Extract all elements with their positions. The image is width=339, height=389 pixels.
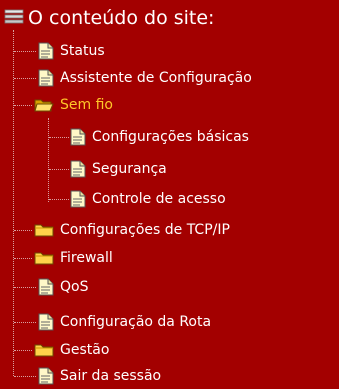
tree-item-qos[interactable]: QoS [38, 275, 88, 299]
tree-item-status[interactable]: Status [38, 39, 105, 63]
tree-item-tcpip-settings[interactable]: Configurações de TCP/IP [34, 218, 230, 242]
folder-icon [34, 342, 54, 358]
document-icon [38, 42, 54, 60]
tree-item-label: Segurança [92, 161, 167, 177]
tree-item-security[interactable]: Segurança [70, 157, 167, 181]
document-icon [70, 160, 86, 178]
site-tree-icon [4, 9, 24, 29]
tree-title: O conteúdo do site: [28, 7, 215, 29]
tree-branch [14, 78, 36, 79]
document-icon [38, 313, 54, 331]
tree-branch [49, 169, 69, 170]
document-icon [70, 190, 86, 208]
tree-branch [14, 51, 36, 52]
tree-guide-sem-fio [48, 118, 49, 202]
tree-item-label: Configurações de TCP/IP [60, 222, 230, 238]
tree-item-label: Status [60, 43, 105, 59]
tree-item-label: Gestão [60, 342, 110, 358]
tree-item-label: Configurações básicas [92, 129, 249, 145]
tree-item-wireless[interactable]: Sem fio [34, 93, 113, 117]
tree-branch [14, 230, 32, 231]
tree-branch [14, 105, 32, 106]
tree-item-firewall[interactable]: Firewall [34, 246, 113, 270]
tree-item-management[interactable]: Gestão [34, 338, 109, 362]
tree-guide-root [13, 30, 14, 376]
site-contents-tree: O conteúdo do site: Status Assistente de… [0, 0, 339, 386]
document-icon [38, 69, 54, 87]
document-icon [70, 128, 86, 146]
tree-item-label: Assistente de Configuração [60, 70, 252, 86]
tree-item-access-control[interactable]: Controle de acesso [70, 187, 226, 211]
tree-item-label: Sem fio [60, 97, 113, 113]
tree-item-label: Controle de acesso [92, 191, 226, 207]
tree-item-basic-settings[interactable]: Configurações básicas [70, 125, 249, 149]
tree-branch [14, 287, 36, 288]
tree-branch [49, 137, 69, 138]
tree-branch [14, 376, 36, 377]
tree-branch [14, 258, 32, 259]
tree-branch [49, 199, 69, 200]
folder-open-icon [34, 97, 54, 113]
tree-item-route-settings[interactable]: Configuração da Rota [38, 310, 211, 334]
tree-branch [14, 322, 36, 323]
tree-item-label: Sair da sessão [60, 368, 162, 384]
document-icon [38, 367, 54, 385]
tree-item-label: Configuração da Rota [60, 314, 212, 330]
tree-item-label: Firewall [60, 250, 113, 266]
tree-item-logout[interactable]: Sair da sessão [38, 364, 161, 388]
folder-icon [34, 250, 54, 266]
tree-item-label: QoS [60, 279, 89, 295]
tree-branch [14, 350, 32, 351]
folder-icon [34, 222, 54, 238]
document-icon [38, 278, 54, 296]
tree-item-setup-wizard[interactable]: Assistente de Configuração [38, 66, 252, 90]
